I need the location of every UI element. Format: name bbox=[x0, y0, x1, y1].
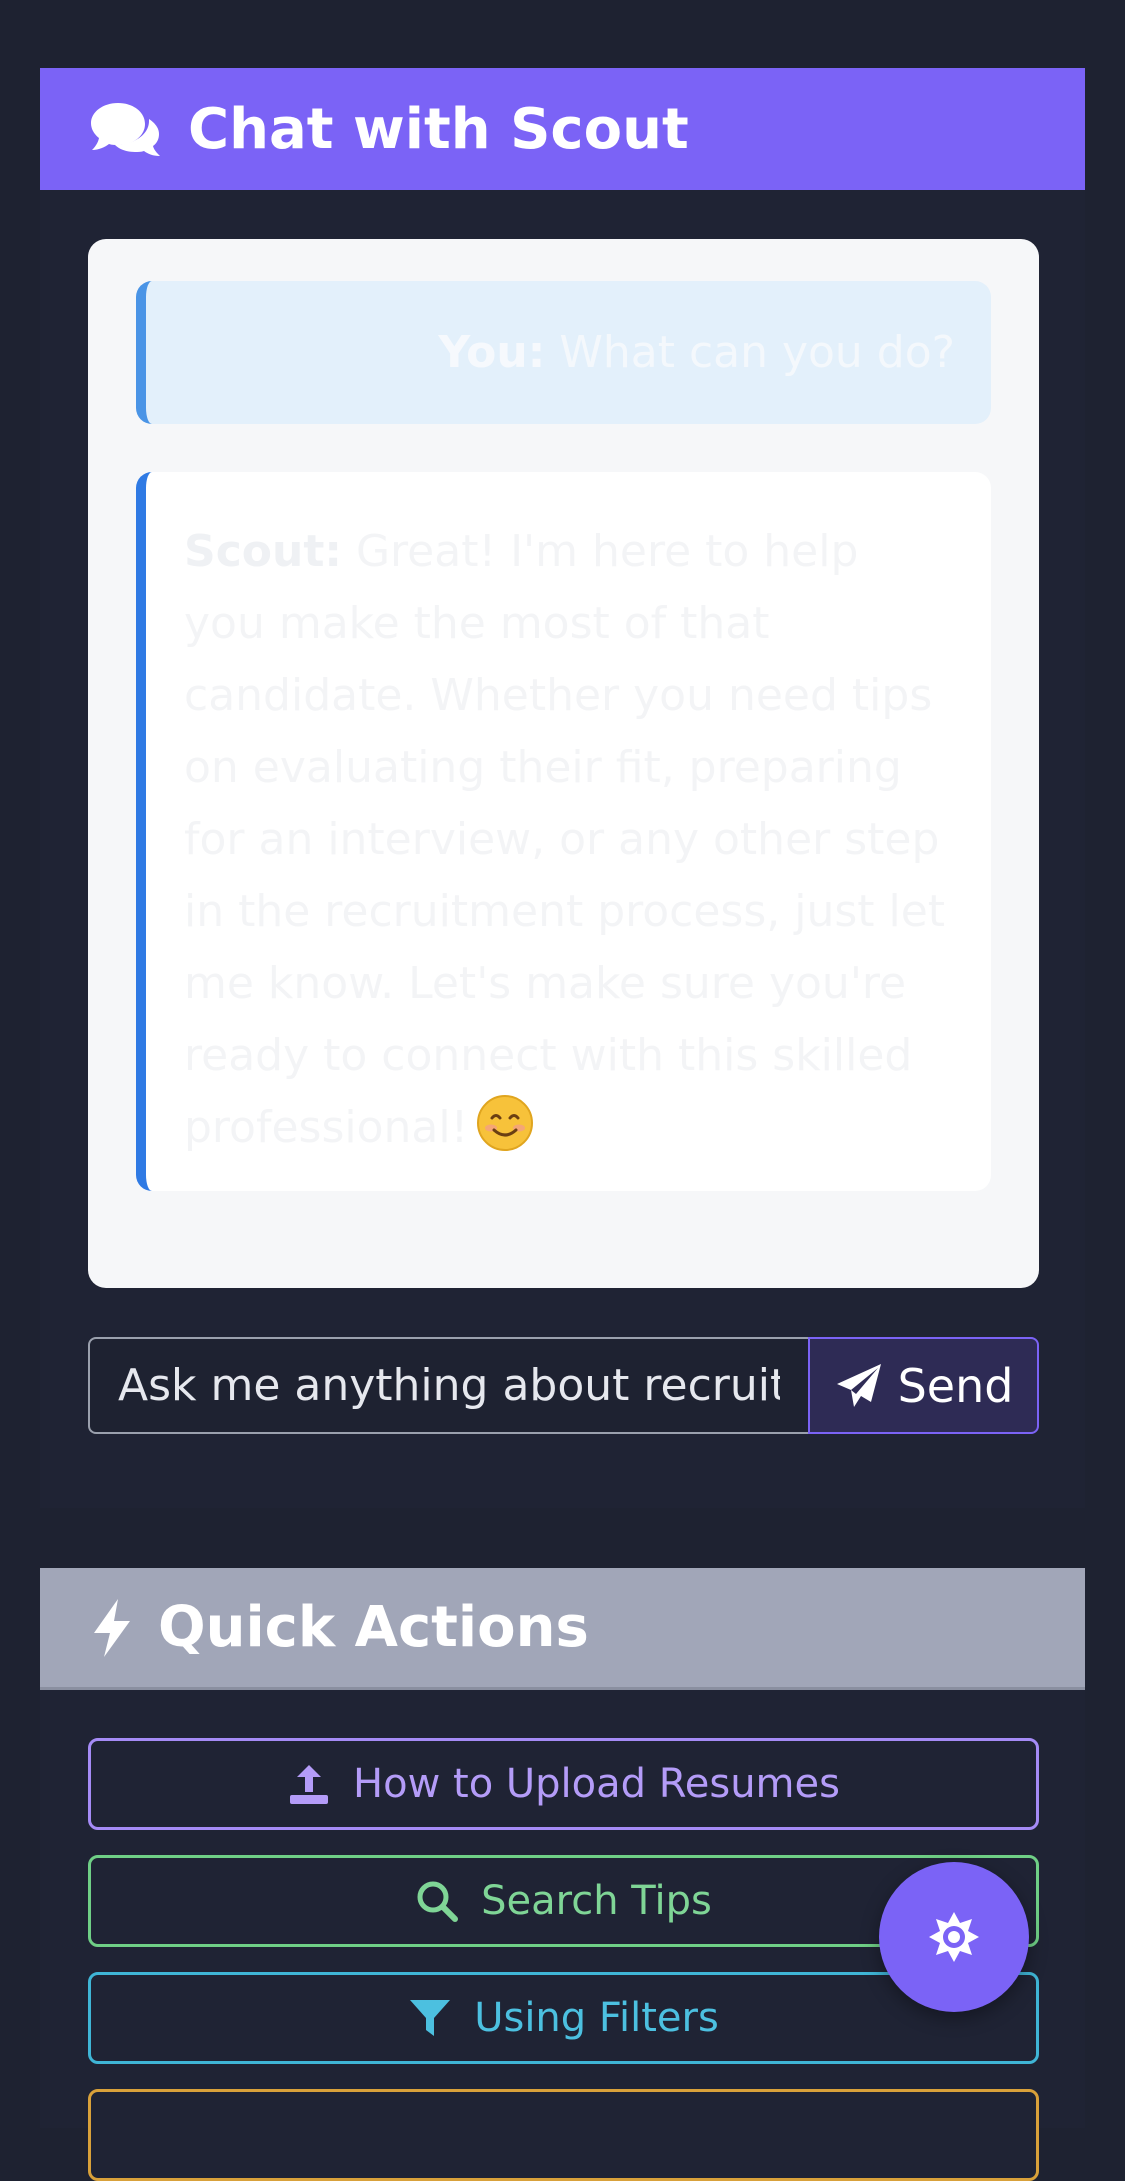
bolt-icon bbox=[94, 1598, 130, 1657]
message-text: Great! I'm here to help you make the mos… bbox=[184, 526, 946, 1153]
settings-fab[interactable] bbox=[879, 1862, 1029, 2012]
chat-input[interactable] bbox=[88, 1337, 808, 1434]
chat-header: Chat with Scout bbox=[40, 68, 1085, 190]
assistant-message: Scout: Great! I'm here to help you make … bbox=[136, 472, 991, 1191]
chat-input-row: Send bbox=[88, 1337, 1039, 1434]
search-tips-label: Search Tips bbox=[481, 1878, 712, 1924]
quick-actions-header: Quick Actions bbox=[40, 1568, 1085, 1690]
upload-resumes-button[interactable]: How to Upload Resumes bbox=[88, 1738, 1039, 1830]
message-list: You: What can you do? Scout: Great! I'm … bbox=[88, 239, 1039, 1288]
filter-icon bbox=[410, 2000, 451, 2036]
chat-title: Chat with Scout bbox=[188, 96, 689, 162]
quick-actions-title: Quick Actions bbox=[158, 1595, 589, 1660]
upload-resumes-label: How to Upload Resumes bbox=[353, 1761, 840, 1807]
message-text: What can you do? bbox=[559, 327, 955, 378]
gear-icon bbox=[929, 1912, 979, 1962]
quick-actions-card: Quick Actions How to Upload Resumes Sear… bbox=[40, 1568, 1085, 2181]
message-sender: Scout: bbox=[184, 526, 342, 577]
send-label: Send bbox=[897, 1358, 1014, 1413]
send-button[interactable]: Send bbox=[808, 1337, 1039, 1434]
comments-icon bbox=[91, 103, 160, 156]
paper-plane-icon bbox=[836, 1363, 881, 1407]
user-message: You: What can you do? bbox=[136, 281, 991, 424]
quick-action-button[interactable] bbox=[88, 2089, 1039, 2181]
using-filters-label: Using Filters bbox=[474, 1995, 719, 2041]
upload-icon bbox=[290, 1765, 329, 1804]
search-icon bbox=[417, 1881, 459, 1922]
chat-card: Chat with Scout You: What can you do? Sc… bbox=[40, 68, 1085, 1508]
message-sender: You: bbox=[438, 327, 546, 378]
smiling-face-emoji bbox=[477, 1095, 534, 1151]
